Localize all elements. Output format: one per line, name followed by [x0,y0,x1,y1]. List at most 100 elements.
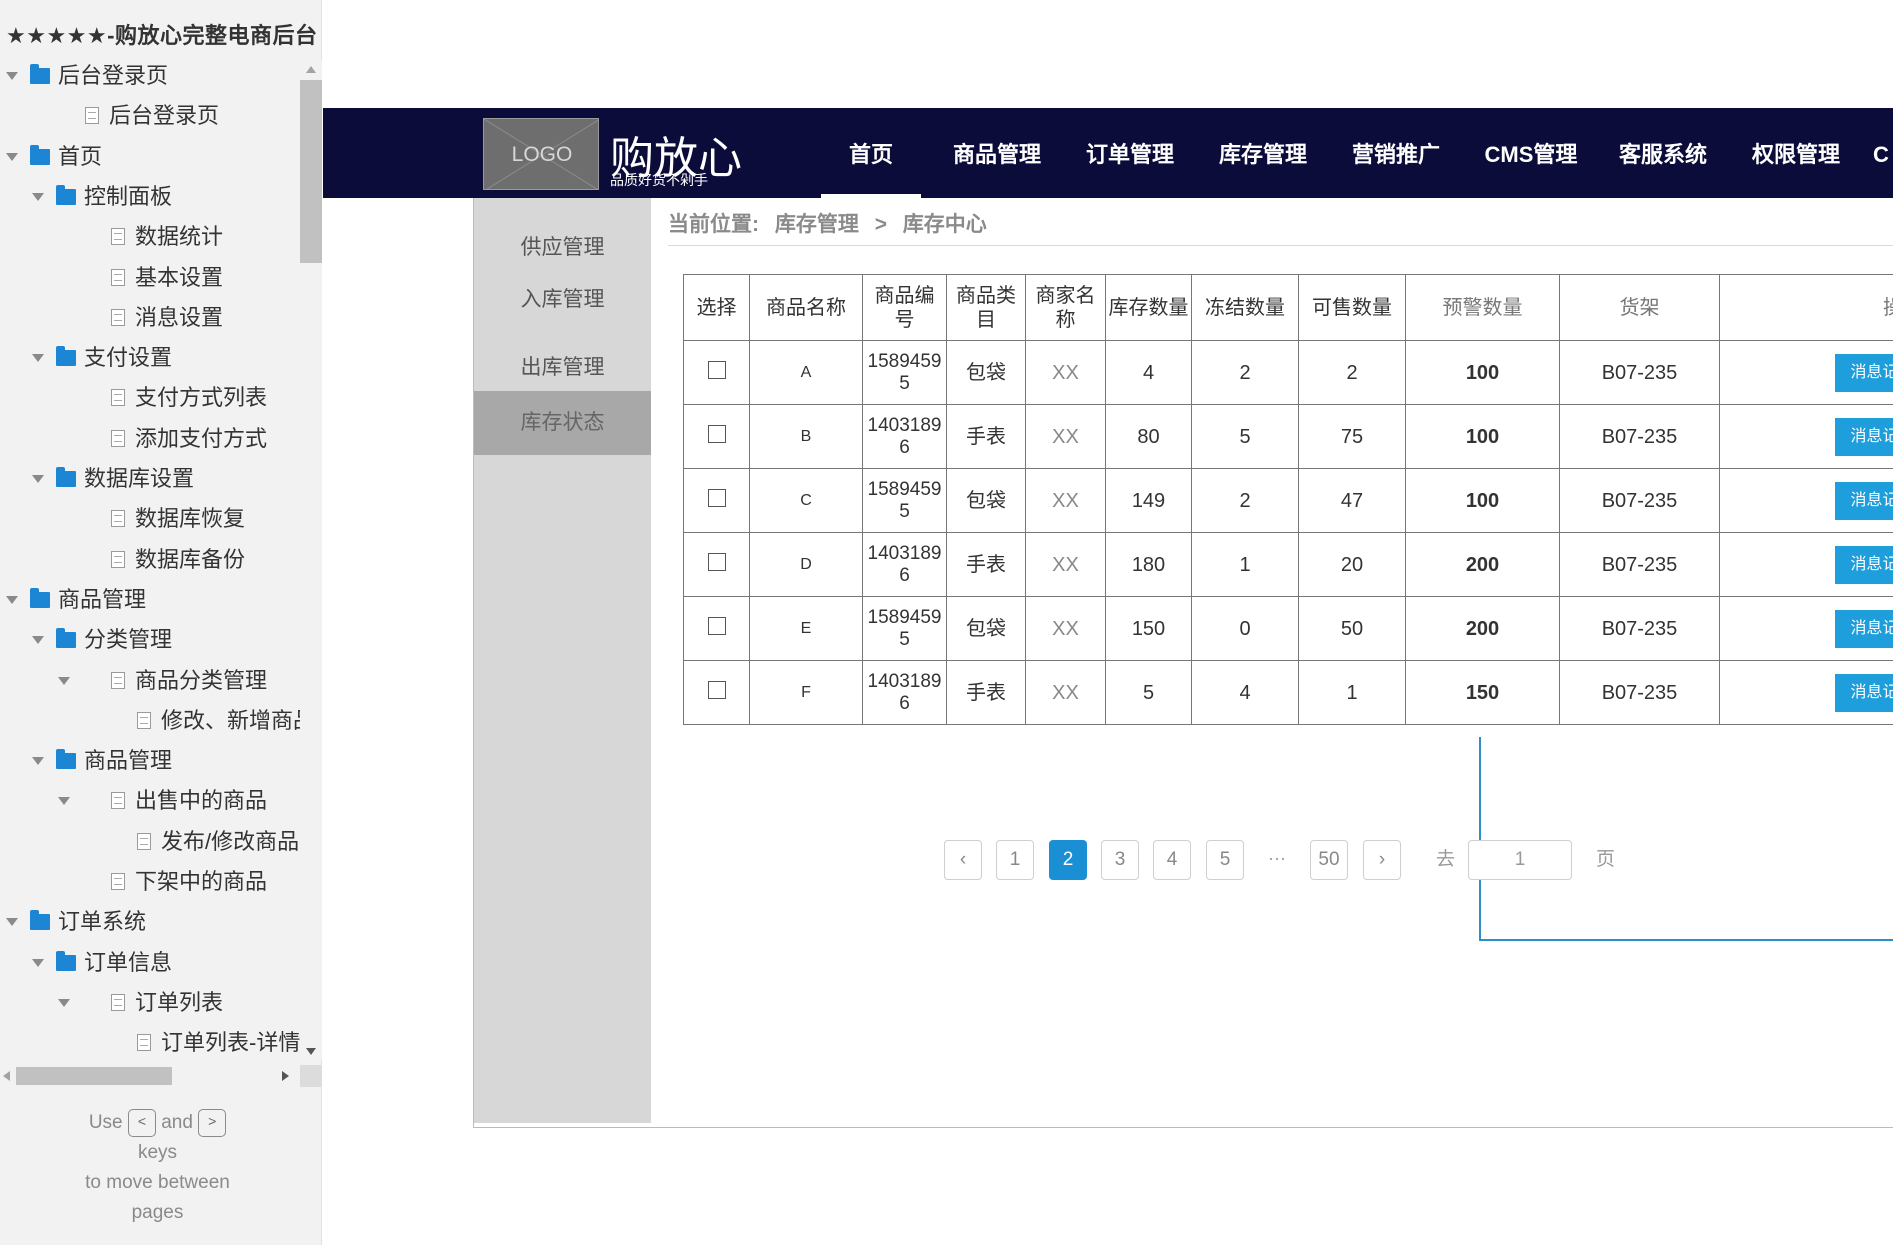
shelf-cell: B07-235 [1559,596,1720,661]
sitemap-horizontal-scrollbar[interactable] [0,1065,322,1087]
scroll-left-arrow-icon[interactable] [3,1071,10,1081]
message-record-button[interactable]: 消息记录 [1835,609,1893,648]
product-code-text: 1589459 [867,606,942,628]
row-checkbox[interactable] [707,425,726,443]
sitemap-page[interactable]: 支付方式列表 [0,378,300,418]
nav-marketing[interactable]: 营销推广 [1340,108,1452,198]
page-button[interactable]: 1 [996,840,1034,880]
message-record-button[interactable]: 消息记录 [1835,353,1893,392]
sitemap-page[interactable]: 订单列表-详情页 [0,1023,300,1054]
nav-order-management[interactable]: 订单管理 [1074,108,1186,198]
expand-arrow-icon[interactable] [32,177,46,217]
keyboard-hint: Use < and > keys to move between pages [40,1108,275,1228]
shelf-cell: B07-235 [1559,340,1720,405]
expand-arrow-icon[interactable] [6,56,20,96]
expand-arrow-icon[interactable] [32,459,46,499]
nav-cms-management[interactable]: CMS管理 [1471,108,1591,198]
sitemap-page[interactable]: 下架中的商品 [0,862,300,902]
previous-page-button[interactable]: ‹ [944,840,982,880]
subnav-inventory-status[interactable]: 库存状态 [474,391,651,455]
last-page-button[interactable]: 50 [1310,840,1348,880]
page-button[interactable]: 3 [1101,840,1139,880]
table-row: F14031896手表XX541150B07-235消息记录 [683,660,1893,725]
page-icon [111,228,125,246]
nav-more[interactable]: C [1873,108,1893,198]
sitemap-page[interactable]: 订单列表 [0,983,300,1023]
product-name-cell: C [749,468,863,533]
product-code-text: 6 [899,436,910,458]
product-code-cell: 1589459 5 [862,596,947,661]
nav-product-management[interactable]: 商品管理 [941,108,1053,198]
scroll-right-arrow-icon[interactable] [282,1071,289,1081]
message-record-button[interactable]: 消息记录 [1835,481,1893,520]
sitemap-page[interactable]: 出售中的商品 [0,781,300,821]
nav-home[interactable]: 首页 [821,108,921,198]
page-button-current[interactable]: 2 [1049,840,1087,880]
sitemap-page[interactable]: 修改、新增商品分 [0,701,300,741]
sitemap-page[interactable]: 消息设置 [0,298,300,338]
subnav-inbound-management[interactable]: 入库管理 [474,268,651,332]
page-button[interactable]: 4 [1153,840,1191,880]
breadcrumb-separator: > [874,213,887,236]
sitemap-folder[interactable]: 订单信息 [0,943,300,983]
breadcrumb-inventory-management[interactable]: 库存管理 [775,213,859,236]
expand-arrow-icon[interactable] [58,661,72,701]
nav-permission-management[interactable]: 权限管理 [1740,108,1852,198]
scroll-up-arrow-icon[interactable] [306,66,316,73]
sitemap-page[interactable]: 数据统计 [0,217,300,257]
row-checkbox[interactable] [707,489,726,507]
scroll-thumb[interactable] [300,80,322,263]
row-checkbox[interactable] [707,681,726,699]
page-icon [111,429,125,447]
product-code-cell: 1589459 5 [862,468,947,533]
sitemap-folder[interactable]: 支付设置 [0,338,300,378]
sitemap-folder[interactable]: 首页 [0,137,300,177]
sitemap-folder[interactable]: 分类管理 [0,620,300,660]
sitemap-item-label: 添加支付方式 [135,425,268,451]
sitemap-vertical-scrollbar[interactable] [300,60,322,1060]
sitemap-page[interactable]: 添加支付方式 [0,419,300,459]
sitemap-folder[interactable]: 后台登录页 [0,56,300,96]
sitemap-item-label: 基本设置 [135,264,224,290]
column-header-stock: 库存数量 [1105,274,1192,341]
expand-arrow-icon[interactable] [6,580,20,620]
sitemap-page[interactable]: 基本设置 [0,258,300,298]
sitemap-page[interactable]: 发布/修改商品 [0,822,300,862]
product-code-text: 1403189 [867,542,942,564]
page-button[interactable]: 5 [1206,840,1244,880]
row-checkbox[interactable] [707,553,726,571]
nav-customer-service[interactable]: 客服系统 [1607,108,1719,198]
goto-page-input[interactable] [1468,840,1572,880]
expand-arrow-icon[interactable] [32,620,46,660]
column-header-frozen: 冻结数量 [1191,274,1299,341]
expand-arrow-icon[interactable] [6,902,20,942]
column-header-warning: 预警数量 [1405,274,1560,341]
sitemap-page[interactable]: 数据库恢复 [0,499,300,539]
table-row: C15894595包袋XX149247100B07-235消息记录 [683,468,1893,533]
sitemap-folder[interactable]: 控制面板 [0,177,300,217]
expand-arrow-icon[interactable] [32,741,46,781]
message-record-button[interactable]: 消息记录 [1835,673,1893,712]
sitemap-page[interactable]: 后台登录页 [0,96,300,136]
product-code-cell: 1403189 6 [862,660,947,725]
sitemap-folder[interactable]: 订单系统 [0,902,300,942]
message-record-button[interactable]: 消息记录 [1835,417,1893,456]
sitemap-folder[interactable]: 商品管理 [0,741,300,781]
expand-arrow-icon[interactable] [32,338,46,378]
sitemap-page[interactable]: 数据库备份 [0,540,300,580]
stock-cell: 180 [1105,532,1192,597]
row-checkbox[interactable] [707,361,726,379]
expand-arrow-icon[interactable] [6,137,20,177]
next-page-button[interactable]: › [1363,840,1401,880]
nav-inventory-management[interactable]: 库存管理 [1207,108,1319,198]
message-record-button[interactable]: 消息记录 [1835,545,1893,584]
scroll-down-arrow-icon[interactable] [306,1048,316,1055]
row-checkbox[interactable] [707,617,726,635]
sitemap-page[interactable]: 商品分类管理 [0,661,300,701]
scroll-thumb[interactable] [16,1067,172,1085]
sitemap-folder[interactable]: 数据库设置 [0,459,300,499]
expand-arrow-icon[interactable] [32,943,46,983]
sitemap-folder[interactable]: 商品管理 [0,580,300,620]
expand-arrow-icon[interactable] [58,781,72,821]
expand-arrow-icon[interactable] [58,983,72,1023]
